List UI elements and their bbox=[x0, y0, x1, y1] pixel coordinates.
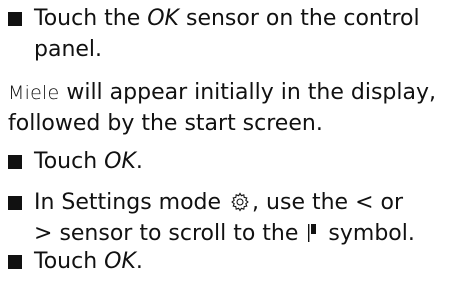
note-line2: followed by the start screen. bbox=[8, 111, 323, 136]
step-3-text-post: symbol. bbox=[328, 221, 415, 246]
gear-icon bbox=[231, 192, 249, 212]
step-4-text-pre: Touch bbox=[34, 249, 105, 274]
display-note: Miele will appear initially in the displ… bbox=[8, 77, 436, 139]
step-3-text-line2: sensor to scroll to the bbox=[59, 221, 299, 246]
ok-sensor-label: OK bbox=[104, 249, 136, 274]
square-bullet-icon bbox=[8, 12, 22, 26]
ok-sensor-label: OK bbox=[147, 6, 179, 31]
note-line1: will appear initially in the display, bbox=[59, 80, 437, 105]
step-1-text-pre: Touch the bbox=[34, 6, 148, 31]
left-sensor-symbol: < bbox=[355, 190, 374, 215]
step-2-text-post: . bbox=[135, 149, 143, 174]
step-2-text-pre: Touch bbox=[34, 149, 105, 174]
right-sensor-symbol: > bbox=[34, 221, 53, 246]
bar-flag-icon bbox=[308, 224, 317, 242]
display-word-miele: Miele bbox=[8, 82, 60, 104]
square-bullet-icon bbox=[8, 255, 22, 269]
instruction-page: Touch the OK sensor on the control panel… bbox=[0, 0, 456, 282]
square-bullet-icon bbox=[8, 155, 22, 169]
step-3-text-mid: , use the bbox=[252, 190, 349, 215]
step-3-text-pre: In Settings mode bbox=[34, 190, 222, 215]
square-bullet-icon bbox=[8, 196, 22, 210]
ok-sensor-label: OK bbox=[104, 149, 136, 174]
step-1-text-line2: panel. bbox=[34, 37, 103, 62]
step-4-text-post: . bbox=[135, 249, 143, 274]
step-1-text-post: sensor on the control bbox=[178, 6, 420, 31]
step-3-text-or: or bbox=[380, 190, 404, 215]
